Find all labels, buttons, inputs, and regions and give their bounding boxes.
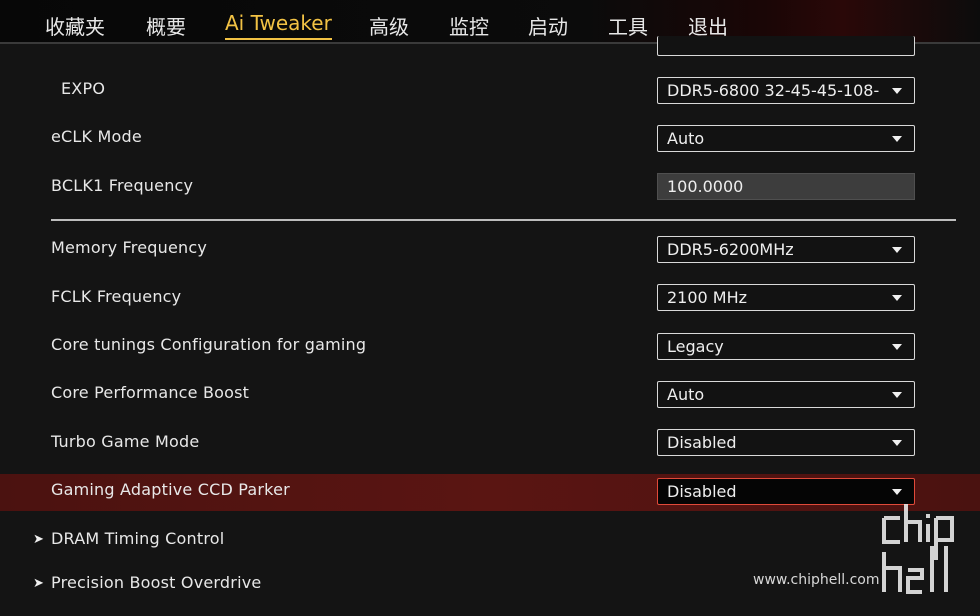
bclk1-frequency-value: 100.0000 — [667, 177, 744, 196]
settings-panel: EXPO DDR5-6800 32-45-45-108-1 eCLK Mode … — [0, 36, 980, 616]
expo-label: EXPO — [61, 79, 106, 98]
partial-dropdown[interactable] — [657, 36, 915, 56]
fclk-frequency-dropdown[interactable]: 2100 MHz — [657, 284, 915, 311]
expo-dropdown[interactable]: DDR5-6800 32-45-45-108-1 — [657, 77, 915, 104]
tab-advanced[interactable]: 高级 — [369, 11, 409, 40]
chevron-down-icon — [892, 440, 902, 446]
section-divider — [51, 219, 956, 221]
turbo-game-mode-dropdown[interactable]: Disabled — [657, 429, 915, 456]
tab-monitor[interactable]: 监控 — [449, 11, 489, 40]
chevron-down-icon — [892, 344, 902, 350]
submenu-dram-timing-control[interactable]: DRAM Timing Control — [51, 529, 224, 548]
fclk-frequency-label: FCLK Frequency — [51, 287, 182, 306]
watermark-text: www.chiphell.com — [753, 572, 880, 588]
bclk1-frequency-input[interactable]: 100.0000 — [657, 173, 915, 200]
submenu-precision-boost-overdrive[interactable]: Precision Boost Overdrive — [51, 573, 261, 592]
core-tunings-dropdown[interactable]: Legacy — [657, 333, 915, 360]
core-performance-boost-dropdown[interactable]: Auto — [657, 381, 915, 408]
chiphell-logo-icon — [882, 504, 954, 594]
memory-frequency-dropdown[interactable]: DDR5-6200MHz — [657, 236, 915, 263]
memory-frequency-value: DDR5-6200MHz — [667, 240, 794, 259]
chevron-down-icon — [892, 247, 902, 253]
turbo-game-mode-label: Turbo Game Mode — [51, 432, 200, 451]
core-tunings-value: Legacy — [667, 337, 724, 356]
tab-boot[interactable]: 启动 — [528, 11, 568, 40]
gaming-adaptive-ccd-parker-dropdown[interactable]: Disabled — [657, 478, 915, 505]
chevron-down-icon — [892, 489, 902, 495]
tab-ai-tweaker[interactable]: Ai Tweaker — [225, 11, 332, 40]
chevron-down-icon — [892, 392, 902, 398]
bclk1-frequency-label: BCLK1 Frequency — [51, 176, 194, 195]
eclk-mode-dropdown[interactable]: Auto — [657, 125, 915, 152]
core-performance-boost-value: Auto — [667, 385, 705, 404]
gaming-adaptive-ccd-parker-label: Gaming Adaptive CCD Parker — [51, 480, 290, 499]
expo-value: DDR5-6800 32-45-45-108-1 — [667, 81, 879, 100]
gaming-adaptive-ccd-parker-value: Disabled — [667, 482, 737, 501]
tab-favorites[interactable]: 收藏夹 — [45, 11, 105, 40]
eclk-mode-value: Auto — [667, 129, 705, 148]
core-performance-boost-label: Core Performance Boost — [51, 383, 250, 402]
chevron-down-icon — [892, 295, 902, 301]
tab-overview[interactable]: 概要 — [146, 11, 186, 40]
turbo-game-mode-value: Disabled — [667, 433, 737, 452]
chevron-right-icon: ➤ — [33, 576, 44, 591]
chevron-down-icon — [892, 136, 902, 142]
fclk-frequency-value: 2100 MHz — [667, 288, 748, 307]
chevron-right-icon: ➤ — [33, 532, 44, 547]
eclk-mode-label: eCLK Mode — [51, 127, 142, 146]
tab-tool[interactable]: 工具 — [608, 11, 648, 40]
core-tunings-label: Core tunings Configuration for gaming — [51, 335, 367, 354]
memory-frequency-label: Memory Frequency — [51, 238, 208, 257]
chevron-down-icon — [892, 88, 902, 94]
